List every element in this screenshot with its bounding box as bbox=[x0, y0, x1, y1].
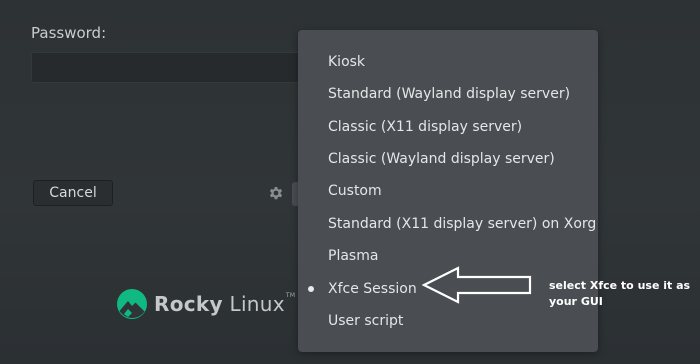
cancel-button[interactable]: Cancel bbox=[33, 180, 113, 206]
rocky-linux-logo: Rocky LinuxTM bbox=[116, 288, 295, 320]
session-item-label: Kiosk bbox=[328, 54, 366, 70]
session-item-label: User script bbox=[328, 313, 404, 329]
gear-icon[interactable] bbox=[267, 184, 285, 202]
session-item-standard-x11-xorg[interactable]: Standard (X11 display server) on Xorg bbox=[298, 208, 598, 240]
trademark-mark: TM bbox=[285, 292, 296, 299]
session-item-label: Classic (Wayland display server) bbox=[328, 151, 555, 167]
session-item-label: Standard (Wayland display server) bbox=[328, 86, 571, 102]
rocky-linux-logo-icon bbox=[117, 289, 147, 319]
password-field[interactable] bbox=[31, 52, 331, 83]
logo-name-rest: Linux bbox=[222, 292, 285, 316]
session-item-custom[interactable]: Custom bbox=[298, 175, 598, 207]
session-item-classic-x11[interactable]: Classic (X11 display server) bbox=[298, 111, 598, 143]
session-item-standard-wayland[interactable]: Standard (Wayland display server) bbox=[298, 78, 598, 110]
session-item-kiosk[interactable]: Kiosk bbox=[298, 46, 598, 78]
selected-dot-icon bbox=[308, 286, 314, 292]
left-arrow-icon bbox=[422, 266, 532, 304]
session-item-label: Plasma bbox=[328, 248, 379, 264]
session-item-label: Classic (X11 display server) bbox=[328, 119, 523, 135]
session-item-classic-wayland[interactable]: Classic (Wayland display server) bbox=[298, 143, 598, 175]
logo-name-bold: Rocky bbox=[154, 292, 223, 316]
session-item-label: Standard (X11 display server) on Xorg bbox=[328, 216, 597, 232]
annotation-text: select Xfce to use it as your GUI bbox=[549, 279, 691, 308]
password-label: Password: bbox=[31, 24, 107, 42]
session-item-label: Xfce Session bbox=[328, 281, 417, 297]
session-item-label: Custom bbox=[328, 183, 382, 199]
rocky-linux-wordmark: Rocky LinuxTM bbox=[154, 292, 295, 316]
